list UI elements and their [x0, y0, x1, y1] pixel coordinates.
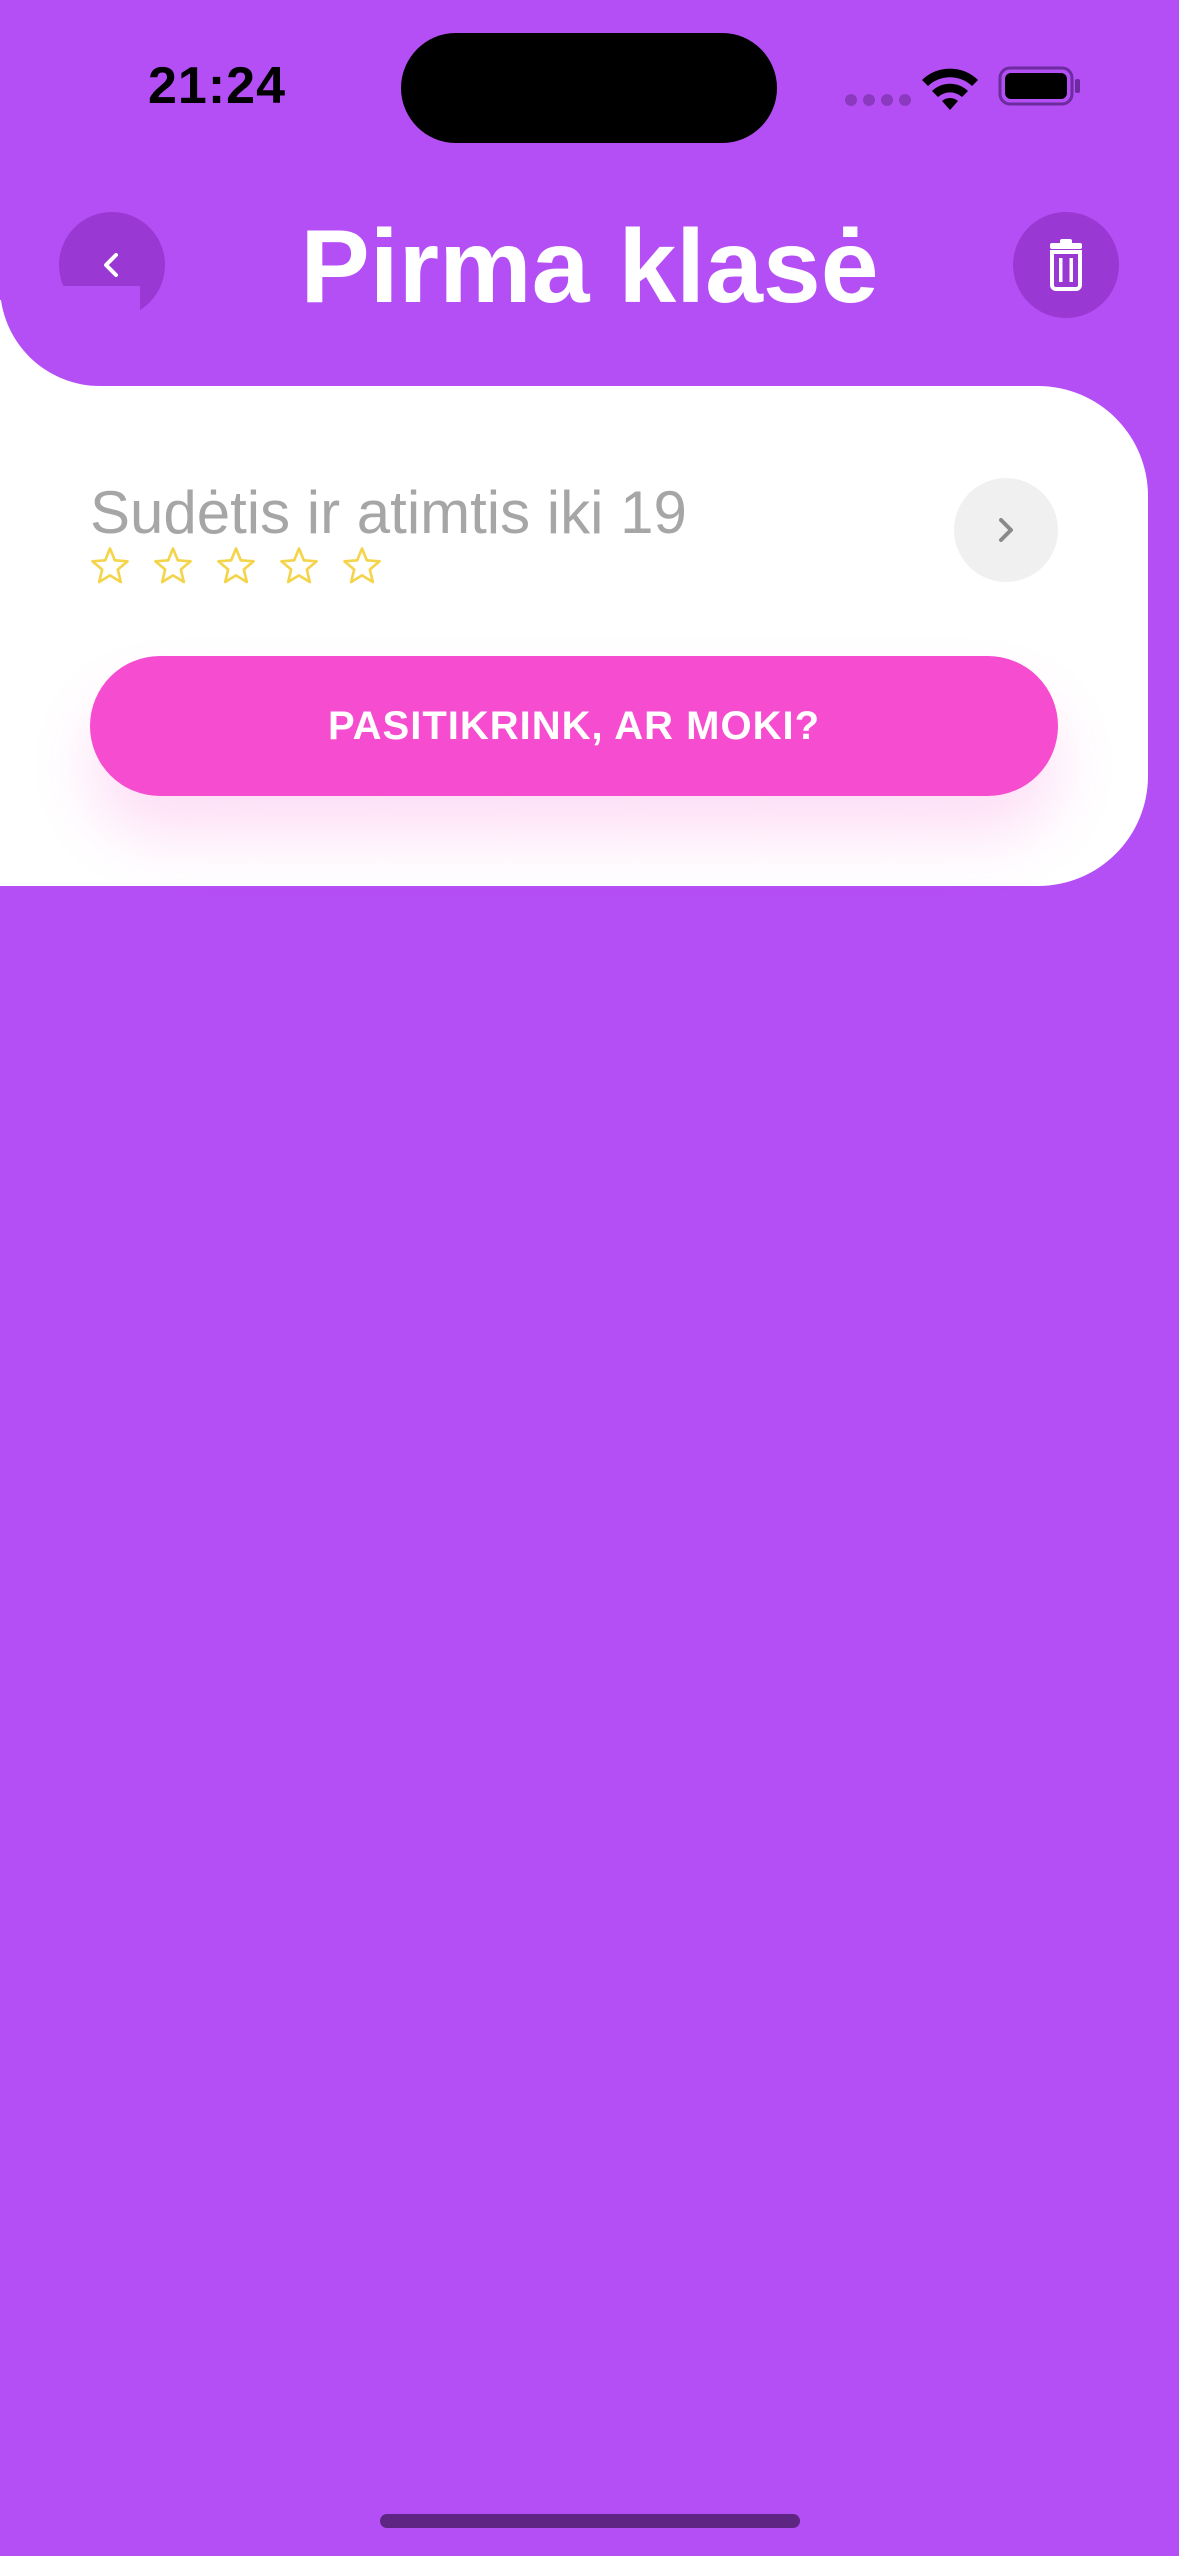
star-icon — [217, 547, 255, 584]
delete-button[interactable] — [1013, 212, 1119, 318]
header: Pirma klasė — [0, 200, 1179, 390]
battery-icon — [998, 66, 1080, 106]
lesson-card: Sudėtis ir atimtis iki 19 PASITIKRINK, A… — [0, 386, 1148, 886]
status-bar: 21:24 — [0, 0, 1179, 200]
trash-icon — [1050, 239, 1082, 291]
star-icon — [91, 547, 129, 584]
chevron-right-icon — [999, 518, 1013, 542]
lesson-title: Sudėtis ir atimtis iki 19 — [90, 479, 687, 546]
star-icon — [154, 547, 192, 584]
status-time: 21:24 — [148, 57, 286, 115]
quiz-button[interactable]: PASITIKRINK, AR MOKI? — [90, 656, 1058, 796]
dynamic-island — [401, 33, 777, 143]
home-indicator[interactable] — [380, 2514, 800, 2528]
star-rating — [90, 546, 382, 586]
star-icon — [280, 547, 318, 584]
page-title: Pirma klasė — [300, 209, 879, 325]
wifi-icon — [922, 68, 978, 110]
open-lesson-button[interactable] — [954, 478, 1058, 582]
star-icon — [343, 547, 381, 584]
cellular-signal-icon — [845, 94, 911, 106]
